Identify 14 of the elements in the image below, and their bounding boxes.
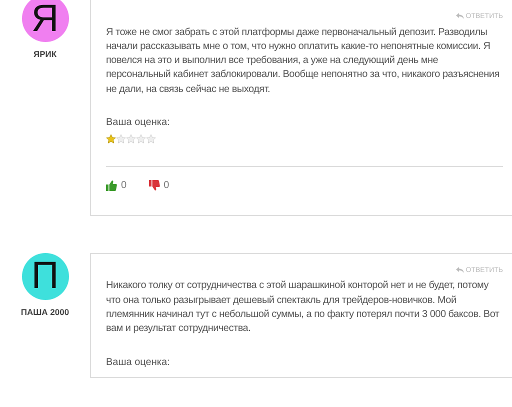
thumbs-down-icon[interactable] [148,180,160,191]
avatar: Я [22,0,68,42]
comment-text: Никакого толку от сотрудничества с этой шарашкиной конторой нет и не будет, потому что она только разыгрывает дешевый спектакль для трейдеров-новичков. Мой племянник начинал тут с небольшой суммы, а по факту потерял почти 3 000 баксов. Вот вам и результат сотрудничества. [106,279,500,336]
rating-label: Ваша оценка: [106,356,170,370]
author-name: ЯРИК [33,48,57,61]
like-count: 0 [121,178,127,193]
thumbs-up-icon[interactable] [106,180,117,191]
rating-label: Ваша оценка: [106,116,170,130]
dislike-count: 0 [164,178,170,193]
reply-arrow-icon[interactable] [456,13,464,20]
avatar: П [22,252,68,300]
reply-arrow-icon[interactable] [456,267,464,274]
author-name: ПАША 2000 [20,306,70,319]
comment-text: Я тоже не смог забрать с этой платформы даже первоначальный депозит. Разводилы начали рассказывать мне о том, что нужно оплатить какие-то непонятные комиссии. Я повелся на это и выполнил все требования, а уже на следующий день мне персональный кабинет заблокировали. Вообще непонятно за что, никакого разъяснения не дали, на связь сейчас не выходят. [106,26,500,97]
